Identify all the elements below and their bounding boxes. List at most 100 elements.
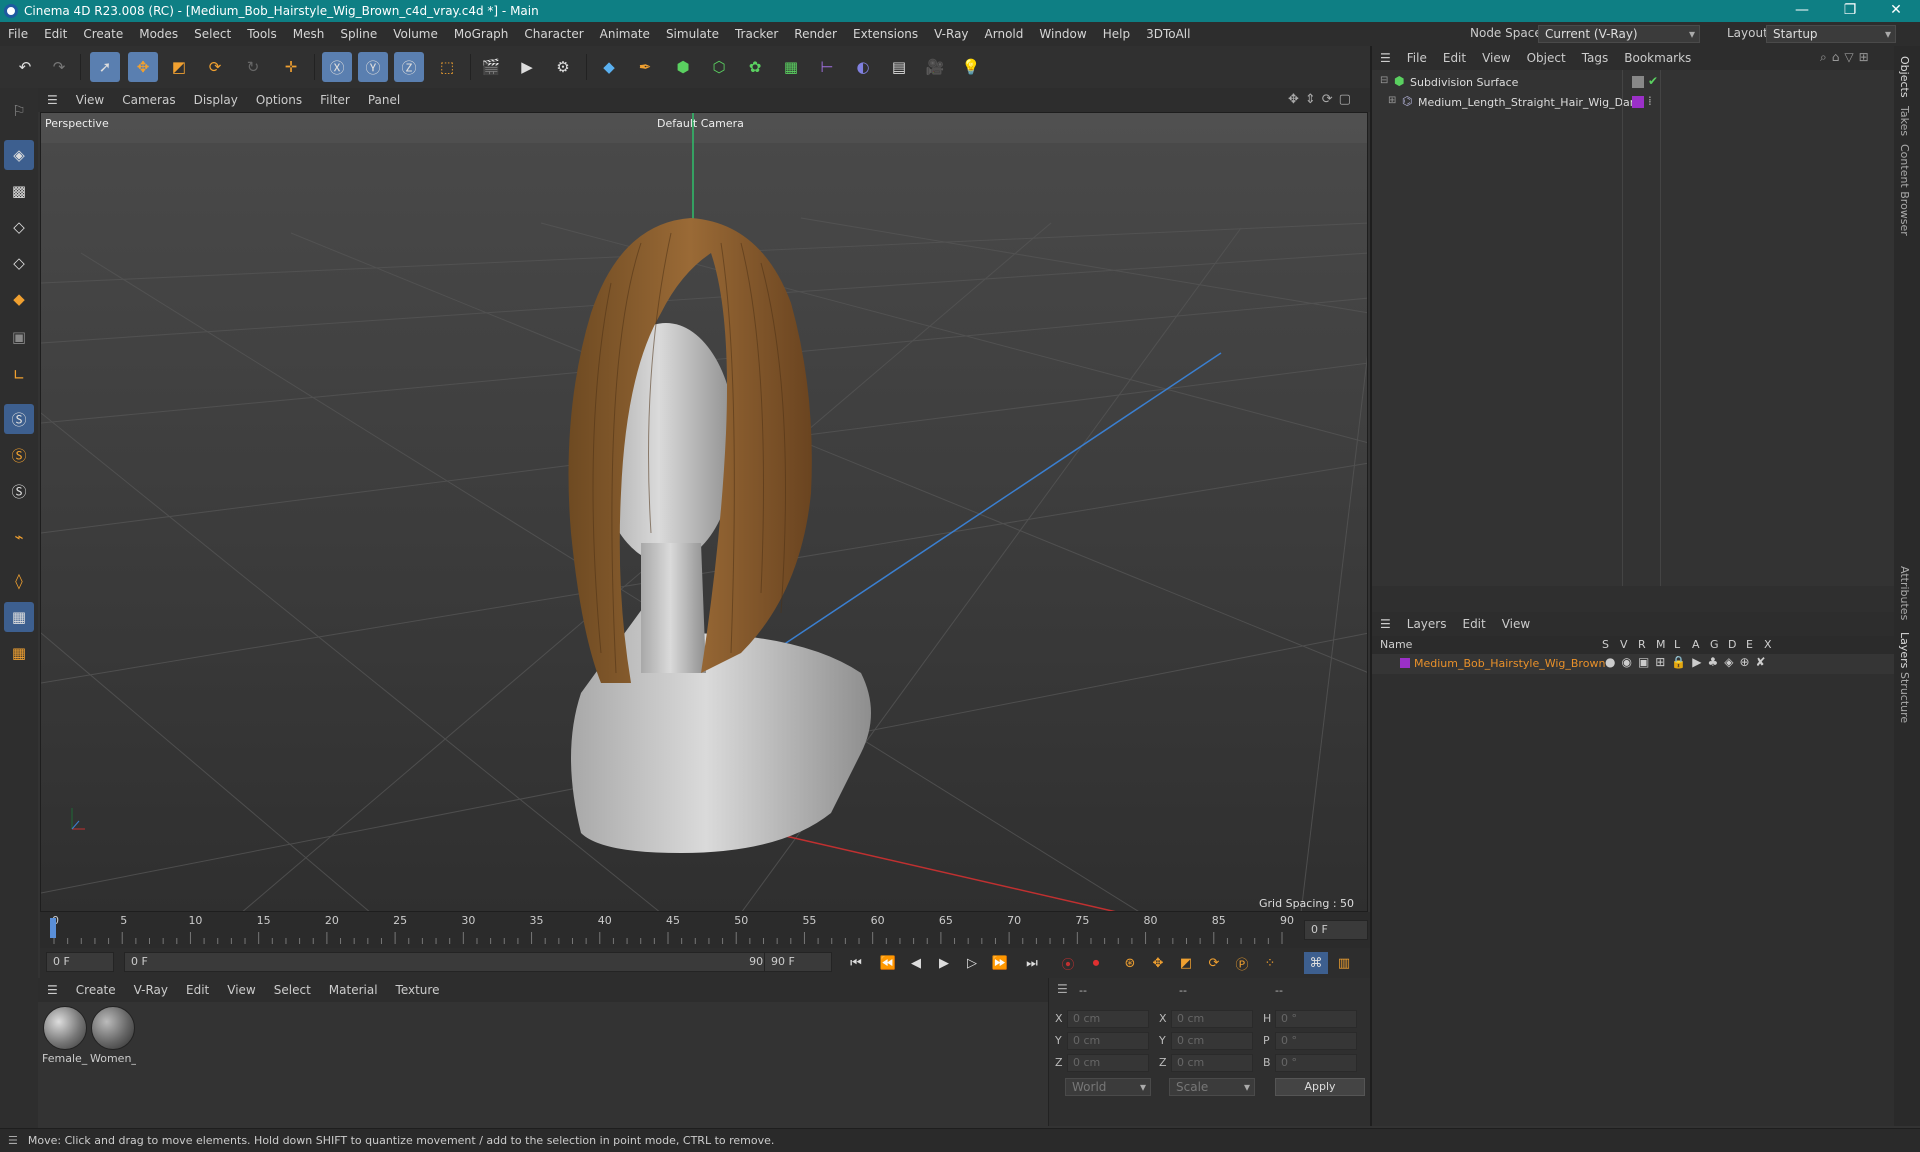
expand-icon[interactable]: ⊟ [1380,75,1388,86]
rotation-b-field[interactable]: 0 ° [1275,1054,1357,1072]
snap-settings-icon[interactable]: Ⓢ [4,440,34,470]
layer-column-d[interactable]: D [1728,638,1736,651]
snap-icon[interactable]: Ⓢ [4,404,34,434]
apply-button[interactable]: Apply [1275,1078,1365,1096]
viewport-menu-cameras[interactable]: Cameras [113,93,184,107]
rotation-key-icon[interactable]: ⟳ [1202,952,1226,974]
rotation-h-field[interactable]: 0 ° [1275,1010,1357,1028]
menu-arnold[interactable]: Arnold [977,27,1032,41]
go-to-start-icon[interactable]: ⏮ [844,952,868,974]
end-frame-field[interactable]: 90 F [764,952,832,972]
viewport-nav-icons[interactable]: ✥⇕⟳▢ [1288,92,1357,107]
material-hamburger-icon[interactable]: ☰ [38,983,67,997]
layer-color-swatch[interactable] [1400,658,1410,668]
axis-mode-icon[interactable]: ∟ [4,360,34,390]
objects-hamburger-icon[interactable]: ☰ [1372,51,1399,65]
pen-spline-icon[interactable]: ✒ [630,52,660,82]
motion-system-icon[interactable]: ⌘ [1304,952,1328,974]
axis-move-icon[interactable]: ✛ [276,52,306,82]
material-menu-material[interactable]: Material [320,983,387,997]
scale-tool-icon[interactable]: ◩ [164,52,194,82]
size-mode-dropdown[interactable]: Scale [1169,1078,1255,1096]
record-icon[interactable]: ⦿ [1056,952,1080,974]
tab-attributes[interactable]: Attributes [1898,566,1911,620]
rotation-p-field[interactable]: 0 ° [1275,1032,1357,1050]
viewport-hamburger-icon[interactable]: ☰ [38,93,67,107]
menu-mograph[interactable]: MoGraph [446,27,517,41]
model-mode-icon[interactable]: ◈ [4,140,34,170]
size-z-field[interactable]: 0 cm [1171,1054,1253,1072]
live-selection-icon[interactable]: ➚ [90,52,120,82]
workplane-icon[interactable]: ◊ [4,566,34,596]
move-tool-icon[interactable]: ✥ [128,52,158,82]
object-row[interactable]: ⊟ ⬢ Subdivision Surface ✔ [1376,74,1892,92]
layer-column-x[interactable]: X [1764,638,1772,651]
position-z-field[interactable]: 0 cm [1067,1054,1149,1072]
material-menu-texture[interactable]: Texture [387,983,449,997]
menu-select[interactable]: Select [186,27,239,41]
menu-vray[interactable]: V-Ray [926,27,976,41]
parameter-key-icon[interactable]: Ⓟ [1230,952,1254,974]
texture-mode-icon[interactable]: ▩ [4,176,34,206]
camera-icon[interactable]: 🎥 [920,52,950,82]
menu-edit[interactable]: Edit [36,27,75,41]
layer-column-r[interactable]: R [1638,638,1646,651]
material-thumbnail[interactable]: Female_l [42,1006,88,1065]
menu-file[interactable]: File [0,27,36,41]
viewport-menu-options[interactable]: Options [247,93,311,107]
tab-objects[interactable]: Objects [1898,56,1911,98]
objects-menu-file[interactable]: File [1399,51,1435,65]
objects-menu-bookmarks[interactable]: Bookmarks [1616,51,1699,65]
menu-modes[interactable]: Modes [131,27,186,41]
objects-menu-edit[interactable]: Edit [1435,51,1474,65]
cube-icon[interactable]: ◆ [594,52,624,82]
tab-content-browser[interactable]: Content Browser [1898,144,1911,236]
object-row[interactable]: ⊞ ⌬ Medium_Length_Straight_Hair_Wig_Dark… [1376,94,1892,112]
recent-tool-icon[interactable]: ↻ [238,52,268,82]
layers-hamburger-icon[interactable]: ☰ [1372,617,1399,631]
material-menu-select[interactable]: Select [265,983,320,997]
x-axis-lock-icon[interactable]: Ⓧ [322,52,352,82]
floor-icon[interactable]: ▤ [884,52,914,82]
layer-column-e[interactable]: E [1746,638,1753,651]
menu-tools[interactable]: Tools [239,27,285,41]
layer-column-a[interactable]: A [1692,638,1700,651]
menu-spline[interactable]: Spline [332,27,385,41]
object-dots-icon[interactable]: ⁞ [1648,94,1652,108]
layer-row[interactable]: Medium_Bob_Hairstyle_Wig_Brown ●◉▣⊞🔒▶♣◈⊕… [1372,654,1896,674]
position-y-field[interactable]: 0 cm [1067,1032,1149,1050]
field-icon[interactable]: ◐ [848,52,878,82]
position-x-field[interactable]: 0 cm [1067,1010,1149,1028]
polygon-mode-icon[interactable]: ◆ [4,284,34,314]
menu-window[interactable]: Window [1031,27,1094,41]
viewport-menu-panel[interactable]: Panel [359,93,409,107]
next-frame-icon[interactable]: ▷ [960,952,984,974]
objects-search-icons[interactable]: ⌕⌂▽⊞ [1820,50,1874,65]
layers-menu-layers[interactable]: Layers [1399,617,1455,631]
viewport-menu-filter[interactable]: Filter [311,93,359,107]
size-x-field[interactable]: 0 cm [1171,1010,1253,1028]
edge-mode-icon[interactable]: ◇ [4,248,34,278]
objects-menu-tags[interactable]: Tags [1574,51,1617,65]
3d-viewport[interactable]: Perspective Default Camera Grid Spacing … [40,112,1368,912]
light-icon[interactable]: 💡 [956,52,986,82]
node-space-dropdown[interactable]: Current (V-Ray) [1538,25,1700,43]
play-icon[interactable]: ▶ [932,952,956,974]
autokey-icon[interactable]: ⏺ [1084,952,1108,974]
layers-menu-view[interactable]: View [1494,617,1538,631]
minimize-icon[interactable]: — [1782,0,1822,22]
menu-create[interactable]: Create [75,27,131,41]
material-menu-edit[interactable]: Edit [177,983,218,997]
menu-volume[interactable]: Volume [385,27,446,41]
layer-column-s[interactable]: S [1602,638,1609,651]
z-axis-lock-icon[interactable]: Ⓩ [394,52,424,82]
layout-dropdown[interactable]: Startup [1766,25,1896,43]
subdivision-surface-icon[interactable]: ⬢ [668,52,698,82]
menu-extensions[interactable]: Extensions [845,27,926,41]
timeline-ruler[interactable]: 051015202530354045505560657075808590 0 F [40,912,1370,948]
point-mode-icon[interactable]: ◇ [4,212,34,242]
layer-color-swatch[interactable] [1632,96,1644,108]
object-enabled-check-icon[interactable]: ✔ [1648,74,1658,88]
redo-icon[interactable]: ↷ [44,52,74,82]
rotate-tool-icon[interactable]: ⟳ [200,52,230,82]
